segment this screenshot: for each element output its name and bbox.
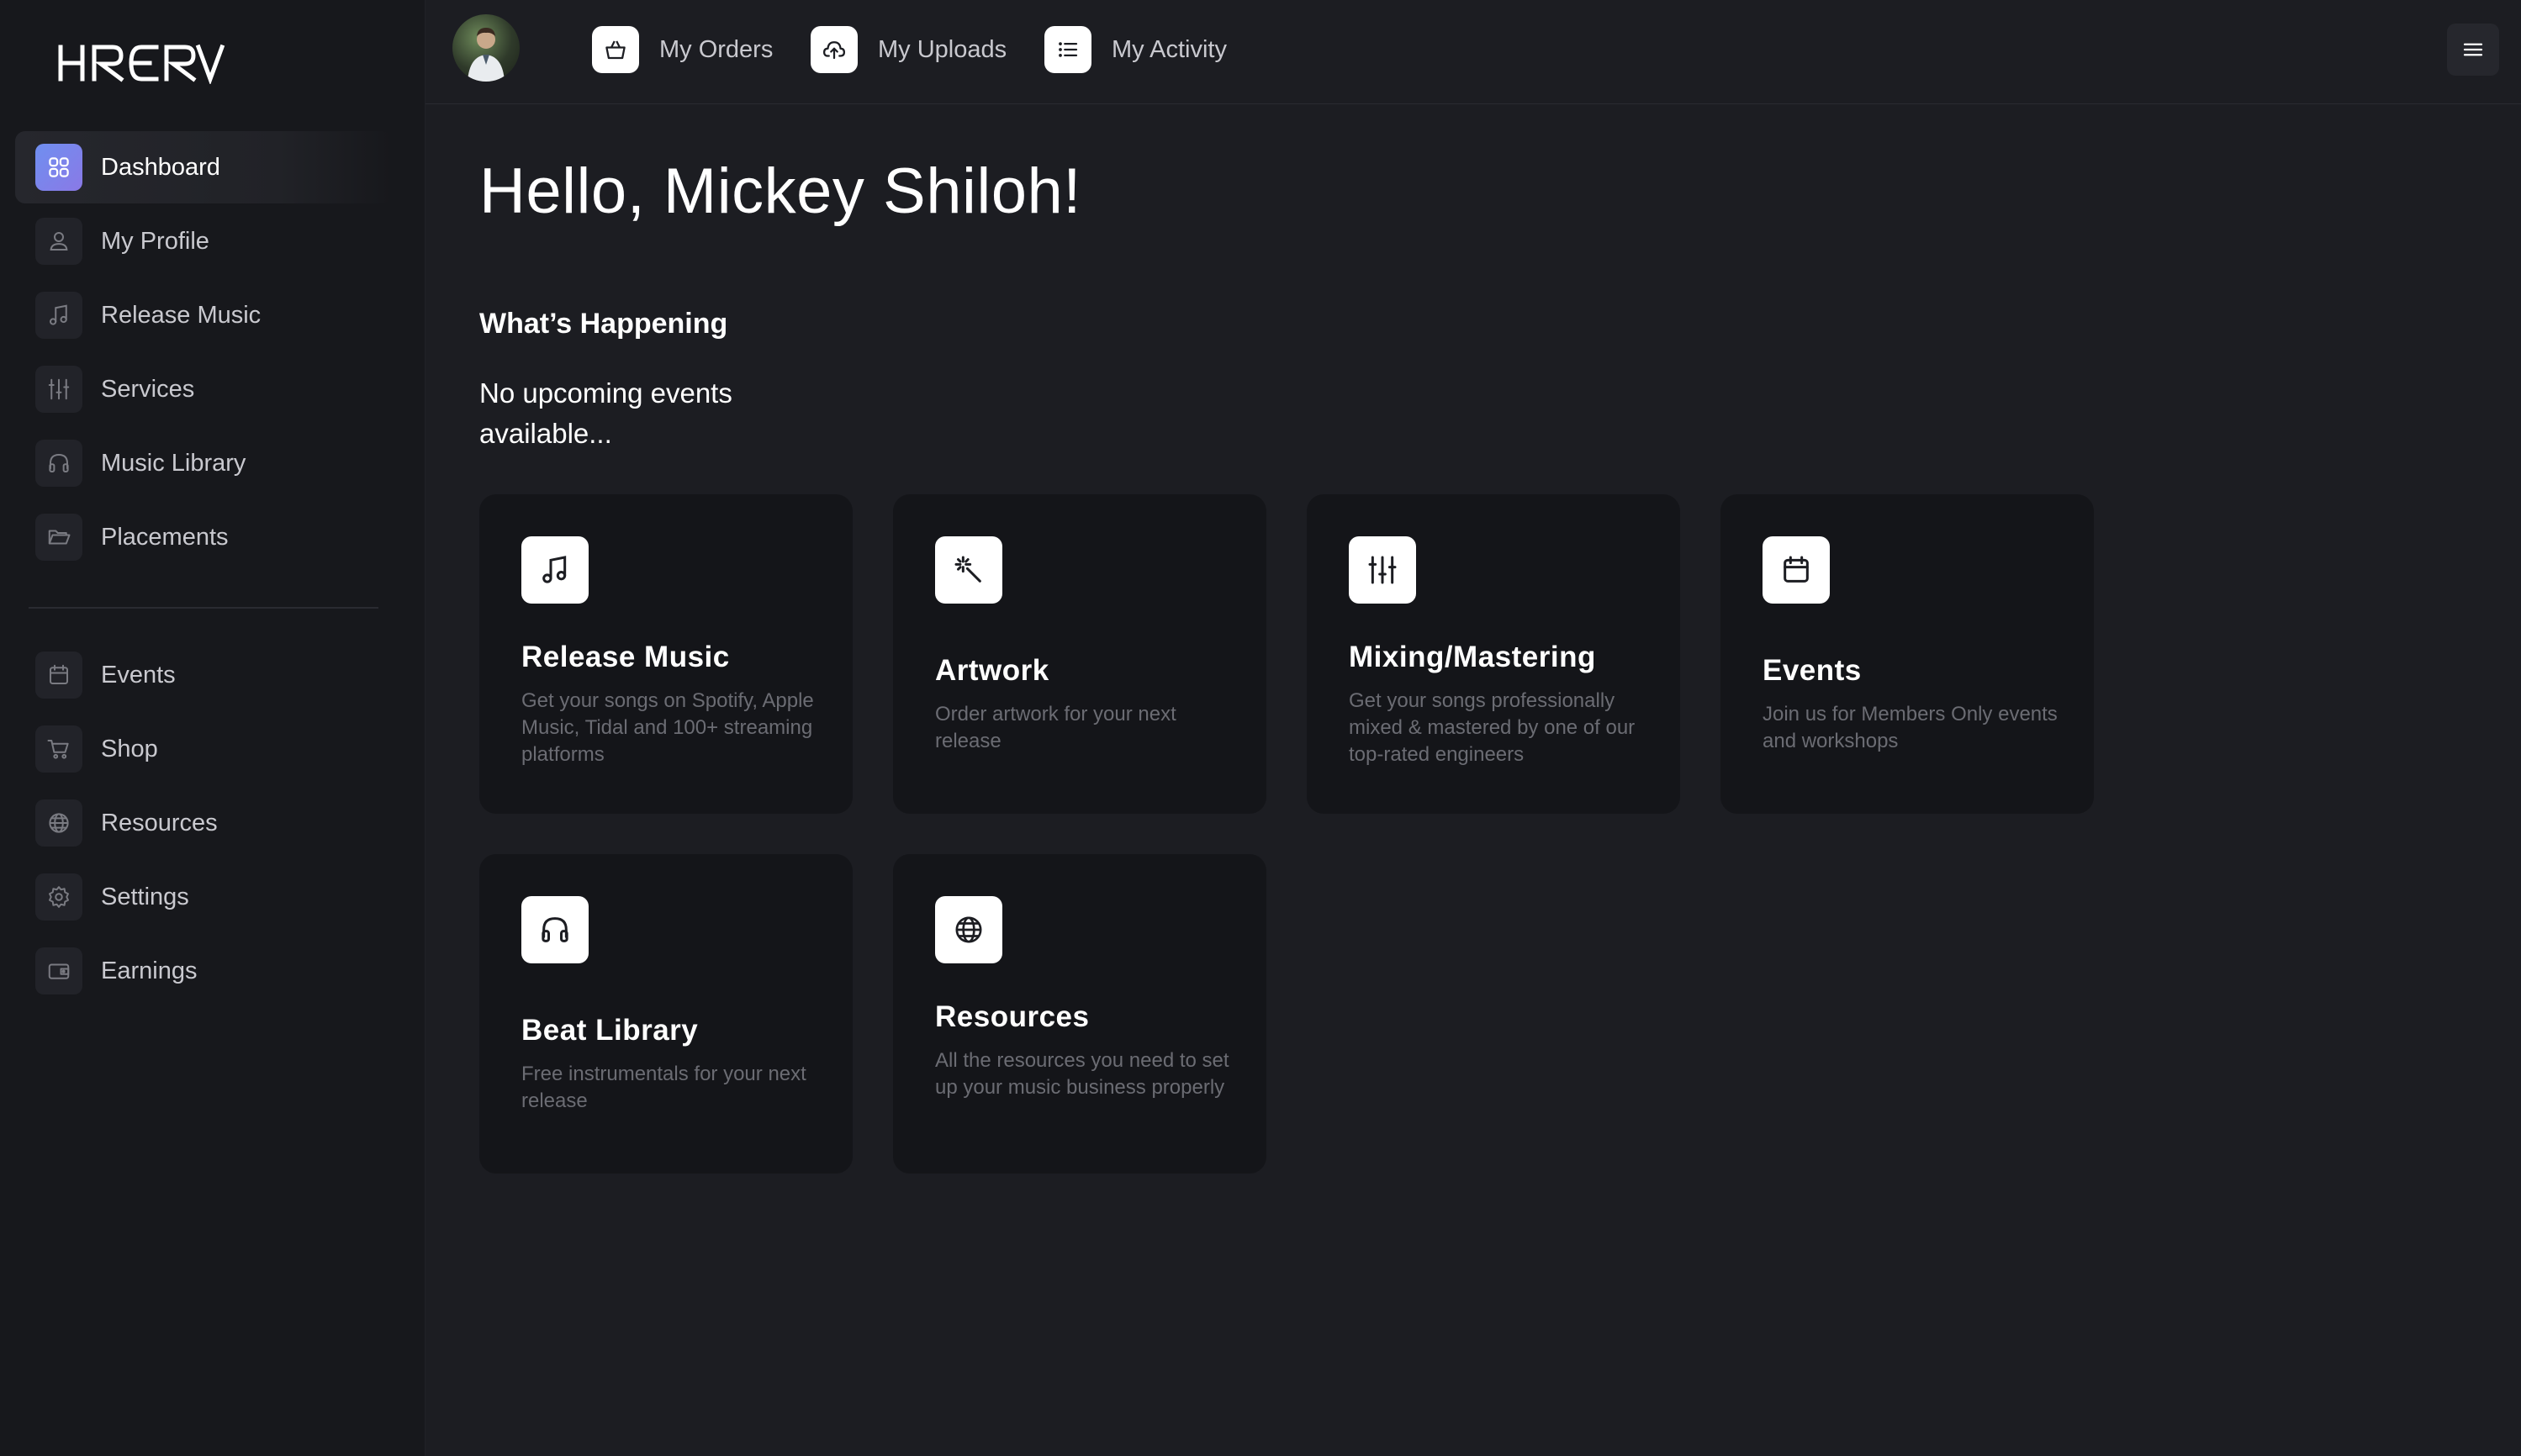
sliders-icon xyxy=(35,366,82,413)
hamburger-menu-icon xyxy=(2463,43,2483,56)
card-text: Beat Library Free instrumentals for your… xyxy=(521,1014,827,1115)
card-description: Free instrumentals for your next release xyxy=(521,1063,806,1112)
card-text: Events Join us for Members Only events a… xyxy=(1763,654,2069,755)
sidebar-item-label: Settings xyxy=(101,883,189,910)
avatar[interactable] xyxy=(452,14,520,82)
my-uploads-label: My Uploads xyxy=(878,35,1007,63)
magic-wand-icon xyxy=(935,536,1002,604)
card-title: Release Music xyxy=(521,641,730,673)
card-description: Order artwork for your next release xyxy=(935,703,1176,752)
card-title: Artwork xyxy=(935,654,1049,687)
sidebar-item-release-music[interactable]: Release Music xyxy=(15,279,392,351)
my-uploads-link[interactable]: My Uploads xyxy=(811,25,1007,74)
globe-icon xyxy=(935,896,1002,963)
sidebar-item-music-library[interactable]: Music Library xyxy=(15,427,392,499)
card-mixing-mastering[interactable]: Mixing/Mastering Get your songs professi… xyxy=(1307,494,1680,814)
card-title: Beat Library xyxy=(521,1014,699,1047)
menu-button[interactable] xyxy=(2447,24,2499,76)
card-description: Get your songs professionally mixed & ma… xyxy=(1349,689,1636,766)
sidebar-item-label: Dashboard xyxy=(101,153,220,181)
card-description: Get your songs on Spotify, Apple Music, … xyxy=(521,689,814,766)
sidebar-item-resources[interactable]: Resources xyxy=(15,787,392,859)
card-title: Events xyxy=(1763,654,1862,687)
user-icon xyxy=(35,218,82,265)
dashboard-grid-icon xyxy=(35,144,82,191)
music-note-icon xyxy=(35,292,82,339)
calendar-icon xyxy=(1763,536,1830,604)
card-events[interactable]: Events Join us for Members Only events a… xyxy=(1720,494,2094,814)
sidebar-item-dashboard[interactable]: Dashboard xyxy=(15,131,392,203)
my-activity-label: My Activity xyxy=(1112,35,1227,63)
card-resources[interactable]: Resources All the resources you need to … xyxy=(893,854,1266,1174)
sidebar-item-placements[interactable]: Placements xyxy=(15,501,392,573)
sidebar-nav: Dashboard My Profile Release Music Servi… xyxy=(15,131,392,1009)
card-text: Artwork Order artwork for your next rele… xyxy=(935,654,1241,755)
calendar-icon xyxy=(35,652,82,699)
sidebar-item-label: Events xyxy=(101,661,176,688)
sliders-icon xyxy=(1349,536,1416,604)
card-title: Mixing/Mastering xyxy=(1349,641,1596,673)
sidebar-item-label: My Profile xyxy=(101,227,209,255)
sidebar-item-label: Resources xyxy=(101,809,218,836)
page-title: Hello, Mickey Shiloh! xyxy=(479,156,1081,227)
card-artwork[interactable]: Artwork Order artwork for your next rele… xyxy=(893,494,1266,814)
sidebar-item-settings[interactable]: Settings xyxy=(15,861,392,933)
sidebar-item-label: Services xyxy=(101,375,195,403)
no-events-message: No upcoming events available... xyxy=(479,377,732,449)
app-root: Dashboard My Profile Release Music Servi… xyxy=(0,0,2521,1456)
card-beat-library[interactable]: Beat Library Free instrumentals for your… xyxy=(479,854,853,1174)
main-content: Hello, Mickey Shiloh! What’s Happening N… xyxy=(425,104,2521,1456)
card-description: Join us for Members Only events and work… xyxy=(1763,703,2058,752)
cart-icon xyxy=(35,725,82,773)
top-bar: My Orders My Uploads My Activity xyxy=(425,0,2521,104)
card-description: All the resources you need to set up you… xyxy=(935,1049,1229,1099)
basket-icon xyxy=(592,26,639,73)
card-text: Release Music Get your songs on Spotify,… xyxy=(521,641,827,768)
headphones-icon xyxy=(521,896,589,963)
wallet-icon xyxy=(35,947,82,994)
sidebar-item-label: Shop xyxy=(101,735,158,762)
card-text: Resources All the resources you need to … xyxy=(935,1000,1241,1101)
my-orders-label: My Orders xyxy=(659,35,774,63)
card-text: Mixing/Mastering Get your songs professi… xyxy=(1349,641,1655,768)
brand-logo[interactable] xyxy=(57,42,225,84)
sidebar-item-label: Music Library xyxy=(101,449,246,477)
whats-happening-title: What’s Happening xyxy=(479,308,728,340)
gear-icon xyxy=(35,873,82,921)
list-icon xyxy=(1044,26,1091,73)
globe-icon xyxy=(35,799,82,847)
sidebar-item-shop[interactable]: Shop xyxy=(15,713,392,785)
sidebar-divider xyxy=(29,607,378,609)
folder-open-icon xyxy=(35,514,82,561)
my-orders-link[interactable]: My Orders xyxy=(592,25,773,74)
card-release-music[interactable]: Release Music Get your songs on Spotify,… xyxy=(479,494,853,814)
sidebar: Dashboard My Profile Release Music Servi… xyxy=(0,0,425,1456)
cloud-upload-icon xyxy=(811,26,858,73)
my-activity-link[interactable]: My Activity xyxy=(1044,25,1227,74)
sidebar-item-label: Placements xyxy=(101,523,229,551)
sidebar-item-my-profile[interactable]: My Profile xyxy=(15,205,392,277)
sidebar-item-events[interactable]: Events xyxy=(15,639,392,711)
sidebar-item-services[interactable]: Services xyxy=(15,353,392,425)
sidebar-item-label: Release Music xyxy=(101,301,262,329)
headphones-icon xyxy=(35,440,82,487)
card-title: Resources xyxy=(935,1000,1090,1033)
sidebar-item-label: Earnings xyxy=(101,957,198,984)
sidebar-item-earnings[interactable]: Earnings xyxy=(15,935,392,1007)
music-note-icon xyxy=(521,536,589,604)
